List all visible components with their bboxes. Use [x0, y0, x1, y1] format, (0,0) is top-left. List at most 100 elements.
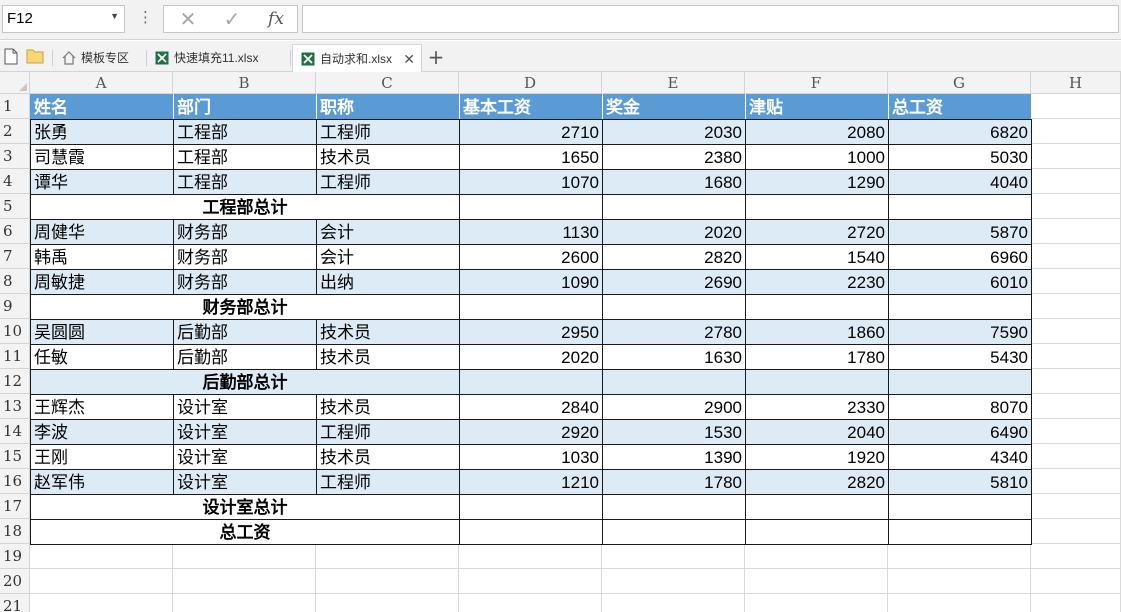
- header-cell[interactable]: 部门: [173, 94, 317, 120]
- table-cell[interactable]: 1540: [745, 244, 889, 270]
- spreadsheet-grid[interactable]: ABCDEFGH 1 2 3 4 5 6 7 8 9 10 11 12 13 14 15 16 17 18 19 20…: [0, 72, 1121, 612]
- table-cell[interactable]: 2040: [745, 419, 889, 445]
- formula-input[interactable]: [302, 5, 1119, 33]
- empty-cell[interactable]: [459, 294, 603, 320]
- table-cell[interactable]: 工程师: [316, 419, 460, 445]
- table-cell[interactable]: 技术员: [316, 344, 460, 370]
- table-cell[interactable]: 技术员: [316, 144, 460, 170]
- table-cell[interactable]: 设计室: [173, 444, 317, 470]
- table-cell[interactable]: 1650: [459, 144, 603, 170]
- table-cell[interactable]: 5430: [888, 344, 1032, 370]
- empty-cell[interactable]: [745, 369, 889, 395]
- row-header-8[interactable]: 8: [0, 269, 30, 294]
- table-cell[interactable]: 2950: [459, 319, 603, 345]
- tab-template-zone[interactable]: 模板专区: [54, 44, 146, 72]
- add-tab-button[interactable]: +: [426, 44, 446, 70]
- table-cell[interactable]: 1860: [745, 319, 889, 345]
- table-cell[interactable]: 2720: [745, 219, 889, 245]
- empty-cell[interactable]: [888, 369, 1032, 395]
- table-cell[interactable]: 2690: [602, 269, 746, 295]
- row-header-10[interactable]: 10: [0, 319, 30, 344]
- table-cell[interactable]: 工程部: [173, 119, 317, 145]
- table-cell[interactable]: 1530: [602, 419, 746, 445]
- table-cell[interactable]: 周敏捷: [30, 269, 174, 295]
- empty-cell[interactable]: [602, 369, 746, 395]
- subtotal-label-cell[interactable]: 财务部总计: [30, 294, 460, 320]
- empty-cell[interactable]: [602, 519, 746, 545]
- name-box-dropdown-icon[interactable]: ▼: [110, 11, 119, 21]
- table-cell[interactable]: 技术员: [316, 319, 460, 345]
- table-cell[interactable]: 2380: [602, 144, 746, 170]
- table-cell[interactable]: 李波: [30, 419, 174, 445]
- table-cell[interactable]: 6490: [888, 419, 1032, 445]
- column-header-d[interactable]: D: [459, 72, 602, 94]
- close-tab-icon[interactable]: ✕: [403, 45, 415, 73]
- table-cell[interactable]: 2230: [745, 269, 889, 295]
- table-cell[interactable]: 韩禹: [30, 244, 174, 270]
- row-header-14[interactable]: 14: [0, 419, 30, 444]
- table-cell[interactable]: 技术员: [316, 394, 460, 420]
- subtotal-label-cell[interactable]: 总工资: [30, 519, 460, 545]
- row-header-21[interactable]: 21: [0, 594, 30, 612]
- table-cell[interactable]: 工程师: [316, 119, 460, 145]
- table-cell[interactable]: 财务部: [173, 244, 317, 270]
- table-cell[interactable]: 工程部: [173, 169, 317, 195]
- table-cell[interactable]: 8070: [888, 394, 1032, 420]
- table-cell[interactable]: 1630: [602, 344, 746, 370]
- table-cell[interactable]: 1780: [602, 469, 746, 495]
- row-header-2[interactable]: 2: [0, 119, 30, 144]
- table-cell[interactable]: 1030: [459, 444, 603, 470]
- table-cell[interactable]: 2020: [602, 219, 746, 245]
- table-cell[interactable]: 2780: [602, 319, 746, 345]
- row-header-5[interactable]: 5: [0, 194, 30, 219]
- empty-cell[interactable]: [888, 494, 1032, 520]
- row-header-15[interactable]: 15: [0, 444, 30, 469]
- empty-cell[interactable]: [602, 194, 746, 220]
- row-header-9[interactable]: 9: [0, 294, 30, 319]
- empty-cell[interactable]: [745, 294, 889, 320]
- row-header-4[interactable]: 4: [0, 169, 30, 194]
- empty-cell[interactable]: [745, 194, 889, 220]
- table-cell[interactable]: 财务部: [173, 269, 317, 295]
- table-cell[interactable]: 1070: [459, 169, 603, 195]
- row-header-18[interactable]: 18: [0, 519, 30, 544]
- table-cell[interactable]: 赵军伟: [30, 469, 174, 495]
- column-header-b[interactable]: B: [173, 72, 316, 94]
- table-cell[interactable]: 5870: [888, 219, 1032, 245]
- empty-cell[interactable]: [888, 194, 1032, 220]
- open-folder-icon[interactable]: [26, 48, 44, 64]
- table-cell[interactable]: 6010: [888, 269, 1032, 295]
- table-cell[interactable]: 任敏: [30, 344, 174, 370]
- header-cell[interactable]: 基本工资: [459, 94, 603, 120]
- header-cell[interactable]: 总工资: [888, 94, 1032, 120]
- row-header-6[interactable]: 6: [0, 219, 30, 244]
- table-cell[interactable]: 吴圆圆: [30, 319, 174, 345]
- table-cell[interactable]: 谭华: [30, 169, 174, 195]
- column-header-e[interactable]: E: [602, 72, 745, 94]
- row-header-19[interactable]: 19: [0, 544, 30, 569]
- table-cell[interactable]: 5030: [888, 144, 1032, 170]
- table-cell[interactable]: 1130: [459, 219, 603, 245]
- tab-quick-fill[interactable]: 快速填充11.xlsx: [147, 44, 289, 72]
- column-header-f[interactable]: F: [745, 72, 888, 94]
- insert-function-button[interactable]: fx: [256, 6, 296, 34]
- table-cell[interactable]: 工程部: [173, 144, 317, 170]
- table-cell[interactable]: 会计: [316, 219, 460, 245]
- select-all-corner[interactable]: [0, 72, 30, 94]
- row-header-16[interactable]: 16: [0, 469, 30, 494]
- enter-icon[interactable]: ✓: [212, 6, 252, 34]
- table-cell[interactable]: 5810: [888, 469, 1032, 495]
- empty-cell[interactable]: [459, 494, 603, 520]
- table-cell[interactable]: 张勇: [30, 119, 174, 145]
- table-cell[interactable]: 2820: [602, 244, 746, 270]
- table-cell[interactable]: 1680: [602, 169, 746, 195]
- row-header-12[interactable]: 12: [0, 369, 30, 394]
- column-header-c[interactable]: C: [316, 72, 459, 94]
- table-cell[interactable]: 王刚: [30, 444, 174, 470]
- table-cell[interactable]: 2330: [745, 394, 889, 420]
- column-header-a[interactable]: A: [30, 72, 173, 94]
- table-cell[interactable]: 王辉杰: [30, 394, 174, 420]
- new-file-icon[interactable]: [4, 48, 18, 65]
- table-cell[interactable]: 财务部: [173, 219, 317, 245]
- table-cell[interactable]: 4040: [888, 169, 1032, 195]
